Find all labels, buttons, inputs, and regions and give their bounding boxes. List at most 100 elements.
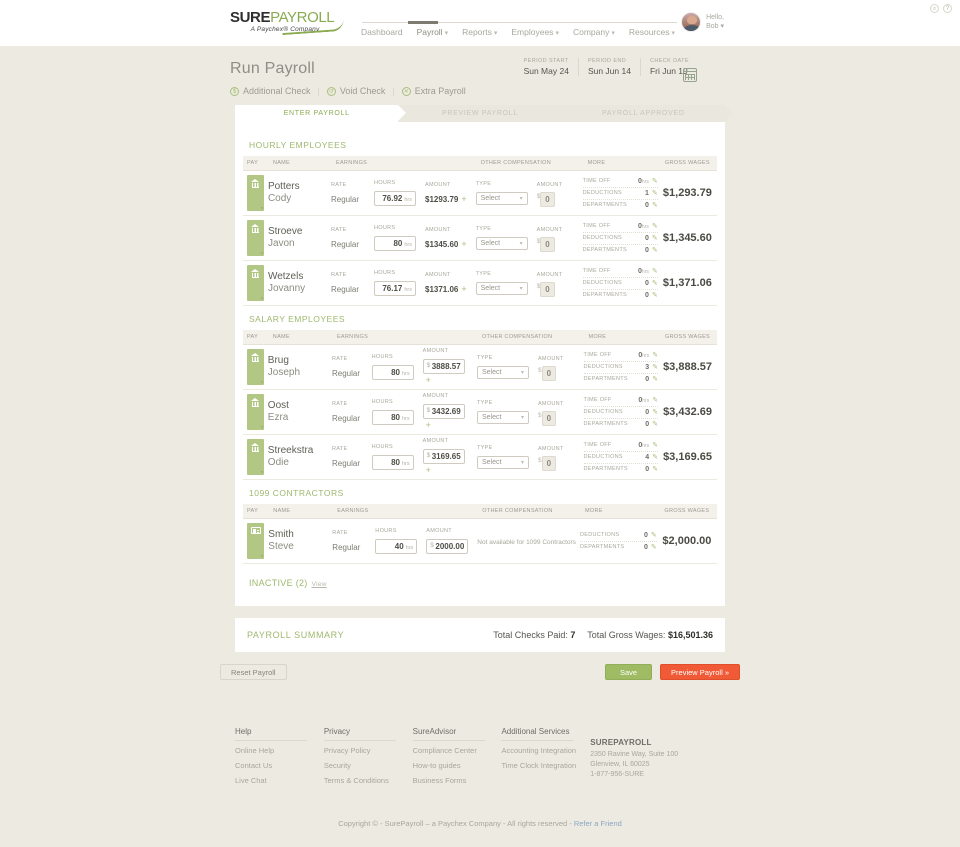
surepayroll-logo[interactable]: SUREPAYROLL A Paychex® Company xyxy=(230,10,345,36)
pay-type-icon[interactable] xyxy=(247,349,264,385)
edit-pencil-icon[interactable]: ✎ xyxy=(652,234,658,242)
employee-name-cell[interactable]: Oost Ezra xyxy=(267,389,332,435)
pay-type-icon[interactable] xyxy=(247,265,264,301)
amount-input[interactable]: $3888.57 xyxy=(422,359,465,374)
employee-name-cell[interactable]: Brug Joseph xyxy=(267,344,332,390)
pay-type-icon[interactable] xyxy=(247,439,264,475)
edit-pencil-icon[interactable]: ✎ xyxy=(652,420,658,428)
edit-pencil-icon[interactable]: ✎ xyxy=(652,396,658,404)
departments-row[interactable]: DEPARTMENTS 0 ✎ xyxy=(583,290,658,301)
amount-input[interactable]: $3432.69 xyxy=(422,404,465,419)
hours-input[interactable]: 80 hrs xyxy=(371,365,414,380)
pay-type-icon[interactable] xyxy=(247,394,264,430)
hours-input[interactable]: 76.92 hrs xyxy=(374,191,416,206)
time-off-row[interactable]: TIME OFF 0hrs ✎ xyxy=(582,266,658,278)
footer-link[interactable]: Contact Us xyxy=(235,761,324,770)
other-comp-type-select[interactable]: Select ▾ xyxy=(475,237,528,250)
employee-name-cell[interactable]: Smith Steve xyxy=(268,518,333,564)
other-comp-amount-input[interactable]: $0 xyxy=(538,365,557,381)
refer-a-friend-link[interactable]: Refer a Friend xyxy=(574,819,622,828)
time-off-row[interactable]: TIME OFF 0hrs ✎ xyxy=(583,350,659,362)
user-menu[interactable]: Hello, Bob ▾ xyxy=(681,12,724,32)
edit-pencil-icon[interactable]: ✎ xyxy=(652,267,658,275)
edit-pencil-icon[interactable]: ✎ xyxy=(651,543,657,551)
edit-pencil-icon[interactable]: ✎ xyxy=(652,189,658,197)
employee-name-cell[interactable]: Streekstra Odie xyxy=(267,434,332,480)
edit-pencil-icon[interactable]: ✎ xyxy=(652,465,658,473)
other-comp-amount-input[interactable]: $0 xyxy=(537,236,555,252)
edit-pencil-icon[interactable]: ✎ xyxy=(652,279,658,287)
other-comp-amount-input[interactable]: $0 xyxy=(537,281,555,297)
search-icon[interactable]: ⌕ xyxy=(930,4,939,13)
edit-pencil-icon[interactable]: ✎ xyxy=(652,375,658,383)
employee-name-cell[interactable]: Wetzels Jovanny xyxy=(267,260,331,306)
deductions-row[interactable]: DEDUCTIONS 0 ✎ xyxy=(583,407,659,419)
edit-pencil-icon[interactable]: ✎ xyxy=(651,531,657,539)
edit-pencil-icon[interactable]: ✎ xyxy=(652,408,658,416)
other-comp-type-select[interactable]: Select ▾ xyxy=(475,192,528,205)
pay-type-icon[interactable] xyxy=(247,523,264,559)
add-earning-icon[interactable]: + xyxy=(461,284,466,294)
additional-check-link[interactable]: $ Additional Check xyxy=(230,86,311,96)
deductions-row[interactable]: DEDUCTIONS 4 ✎ xyxy=(583,452,659,464)
departments-row[interactable]: DEPARTMENTS 0 ✎ xyxy=(584,374,659,385)
preview-payroll-button[interactable]: Preview Payroll » xyxy=(660,664,740,680)
amount-input[interactable]: $2000.00 xyxy=(426,539,469,554)
hours-input[interactable]: 76.17 hrs xyxy=(374,281,416,296)
deductions-row[interactable]: DEDUCTIONS 0 ✎ xyxy=(582,278,658,290)
footer-link[interactable]: Time Clock Integration xyxy=(501,761,590,770)
footer-link[interactable]: Security xyxy=(324,761,413,770)
time-off-row[interactable]: TIME OFF 0hrs ✎ xyxy=(583,395,659,407)
edit-pencil-icon[interactable]: ✎ xyxy=(652,246,658,254)
add-earning-icon[interactable]: + xyxy=(426,375,431,385)
pay-type-icon[interactable] xyxy=(247,220,264,256)
amount-input[interactable]: $3169.65 xyxy=(422,449,465,464)
deductions-row[interactable]: DEDUCTIONS 0 ✎ xyxy=(580,530,657,542)
extra-payroll-link[interactable]: ✕ Extra Payroll xyxy=(401,86,466,96)
other-comp-amount-input[interactable]: $0 xyxy=(538,455,557,471)
save-button[interactable]: Save xyxy=(604,664,653,680)
step-payroll-approved[interactable]: PAYROLL APPROVED xyxy=(561,105,734,122)
departments-row[interactable]: DEPARTMENTS 0 ✎ xyxy=(584,419,659,430)
footer-link[interactable]: Live Chat xyxy=(235,776,324,785)
edit-pencil-icon[interactable]: ✎ xyxy=(652,222,658,230)
edit-pencil-icon[interactable]: ✎ xyxy=(652,363,658,371)
step-enter-payroll[interactable]: ENTER PAYROLL xyxy=(235,105,407,122)
pay-type-icon[interactable] xyxy=(247,175,264,211)
deductions-row[interactable]: DEDUCTIONS 0 ✎ xyxy=(582,233,658,245)
add-earning-icon[interactable]: + xyxy=(426,465,431,475)
step-preview-payroll[interactable]: PREVIEW PAYROLL xyxy=(398,105,571,122)
nav-item-company[interactable]: Company ▾ xyxy=(566,27,622,46)
time-off-row[interactable]: TIME OFF 0hrs ✎ xyxy=(583,440,659,452)
employee-name-cell[interactable]: Stroeve Javon xyxy=(267,215,331,261)
departments-row[interactable]: DEPARTMENTS 0 ✎ xyxy=(583,200,658,211)
edit-pencil-icon[interactable]: ✎ xyxy=(652,351,658,359)
nav-item-dashboard[interactable]: Dashboard xyxy=(354,27,410,46)
nav-item-employees[interactable]: Employees ▾ xyxy=(504,27,566,46)
edit-pencil-icon[interactable]: ✎ xyxy=(652,201,658,209)
edit-pencil-icon[interactable]: ✎ xyxy=(652,177,658,185)
footer-link[interactable]: Terms & Conditions xyxy=(324,776,413,785)
calendar-icon[interactable] xyxy=(683,68,697,82)
departments-row[interactable]: DEPARTMENTS 0 ✎ xyxy=(584,464,659,475)
hours-input[interactable]: 80 hrs xyxy=(371,455,414,470)
hours-input[interactable]: 80 hrs xyxy=(371,410,414,425)
nav-item-resources[interactable]: Resources ▾ xyxy=(622,27,682,46)
employee-name-cell[interactable]: Potters Cody xyxy=(267,170,331,216)
footer-link[interactable]: How-to guides xyxy=(413,761,502,770)
other-comp-amount-input[interactable]: $0 xyxy=(537,191,555,207)
other-comp-type-select[interactable]: Select ▾ xyxy=(476,366,529,379)
edit-pencil-icon[interactable]: ✎ xyxy=(652,453,658,461)
footer-link[interactable]: Privacy Policy xyxy=(324,746,413,755)
time-off-row[interactable]: TIME OFF 0hrs ✎ xyxy=(582,176,658,188)
add-earning-icon[interactable]: + xyxy=(426,420,431,430)
departments-row[interactable]: DEPARTMENTS 0 ✎ xyxy=(580,542,657,553)
other-comp-type-select[interactable]: Select ▾ xyxy=(475,282,528,295)
void-check-link[interactable]: ↺ Void Check xyxy=(326,86,385,96)
nav-item-payroll[interactable]: Payroll ▾ xyxy=(410,27,456,46)
edit-pencil-icon[interactable]: ✎ xyxy=(652,441,658,449)
footer-link[interactable]: Compliance Center xyxy=(413,746,502,755)
deductions-row[interactable]: DEDUCTIONS 3 ✎ xyxy=(583,362,659,374)
footer-link[interactable]: Online Help xyxy=(235,746,324,755)
departments-row[interactable]: DEPARTMENTS 0 ✎ xyxy=(583,245,658,256)
